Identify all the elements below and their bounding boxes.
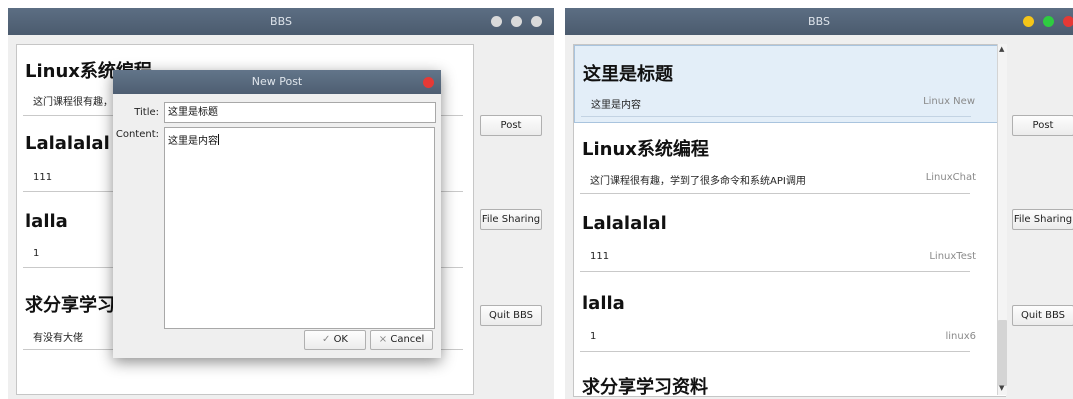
post-body: 111: [590, 251, 610, 262]
post-button[interactable]: Post: [1012, 115, 1073, 136]
list-item[interactable]: lalla 1 linux6: [574, 279, 1006, 359]
cancel-button-label: Cancel: [390, 334, 425, 345]
dialog-title: New Post: [251, 75, 303, 88]
scrollbar-thumb[interactable]: [998, 320, 1007, 386]
post-title: 这里是标题: [583, 64, 673, 85]
quit-bbs-button[interactable]: Quit BBS: [480, 305, 542, 326]
right-bbs-window: BBS 这里是标题 这里是内容 Linux New Linux系统编程 这门课程…: [565, 8, 1073, 399]
maximize-icon[interactable]: [1043, 16, 1054, 27]
post-title: lalla: [25, 211, 68, 232]
scroll-down-icon[interactable]: ▼: [999, 384, 1004, 392]
post-divider: [580, 351, 970, 352]
minimize-icon[interactable]: [491, 16, 502, 27]
title-label: Title:: [134, 107, 159, 118]
close-icon[interactable]: [423, 77, 434, 88]
left-window-titlebar[interactable]: BBS: [8, 8, 554, 35]
post-author: LinuxTest: [929, 251, 976, 262]
title-input-value: 这里是标题: [168, 107, 218, 118]
post-body: 这门课程很有趣，学: [33, 97, 123, 108]
post-divider: [580, 271, 970, 272]
post-author: linux6: [945, 331, 976, 342]
ok-button[interactable]: ✓ OK: [304, 330, 366, 350]
post-title: Lalalalal: [25, 133, 110, 154]
post-author: LinuxChat: [925, 172, 976, 183]
close-icon[interactable]: [531, 16, 542, 27]
post-body: 1: [33, 248, 40, 259]
content-textarea-value: 这里是内容: [168, 136, 218, 147]
file-sharing-button[interactable]: File Sharing: [480, 209, 542, 230]
post-button[interactable]: Post: [480, 115, 542, 136]
right-post-list[interactable]: 这里是标题 这里是内容 Linux New Linux系统编程 这门课程很有趣，…: [573, 44, 1006, 397]
cross-icon: ×: [378, 334, 388, 345]
post-list-scrollbar[interactable]: ▲ ▼: [997, 44, 1007, 395]
new-post-dialog: New Post Title: 这里是标题 Content: 这里是内容 ✓ O…: [113, 70, 441, 358]
content-textarea[interactable]: 这里是内容: [164, 127, 435, 329]
dialog-titlebar[interactable]: New Post: [113, 70, 441, 94]
check-icon: ✓: [321, 334, 331, 345]
content-label: Content:: [115, 129, 159, 140]
post-title: Linux系统编程: [582, 139, 709, 160]
cancel-button[interactable]: × Cancel: [370, 330, 433, 350]
minimize-icon[interactable]: [1023, 16, 1034, 27]
post-title: Lalalalal: [582, 213, 667, 234]
post-title: lalla: [582, 293, 625, 314]
list-item[interactable]: 求分享学习资料: [574, 359, 1006, 397]
ok-button-label: OK: [333, 334, 348, 345]
maximize-icon[interactable]: [511, 16, 522, 27]
post-divider: [581, 116, 971, 117]
right-window-title: BBS: [808, 15, 830, 28]
post-body: 有没有大佬: [33, 333, 83, 344]
list-item[interactable]: Linux系统编程 这门课程很有趣，学到了很多命令和系统API调用 LinuxC…: [574, 123, 1006, 201]
text-cursor: [218, 134, 219, 145]
list-item-selected[interactable]: 这里是标题 这里是内容 Linux New: [574, 45, 1006, 123]
post-author: Linux New: [923, 96, 975, 107]
post-body: 1: [590, 331, 597, 342]
right-window-titlebar[interactable]: BBS: [565, 8, 1073, 35]
left-window-title: BBS: [270, 15, 292, 28]
scroll-up-icon[interactable]: ▲: [999, 45, 1004, 53]
list-item[interactable]: Lalalalal 111 LinuxTest: [574, 201, 1006, 279]
file-sharing-button[interactable]: File Sharing: [1012, 209, 1073, 230]
post-body: 111: [33, 172, 53, 183]
post-body: 这里是内容: [591, 100, 641, 111]
title-input[interactable]: 这里是标题: [164, 102, 436, 123]
quit-bbs-button[interactable]: Quit BBS: [1012, 305, 1073, 326]
close-icon[interactable]: [1063, 16, 1073, 27]
post-title: 求分享学习资料: [582, 377, 708, 397]
post-body: 这门课程很有趣，学到了很多命令和系统API调用: [590, 176, 806, 187]
post-divider: [580, 193, 970, 194]
